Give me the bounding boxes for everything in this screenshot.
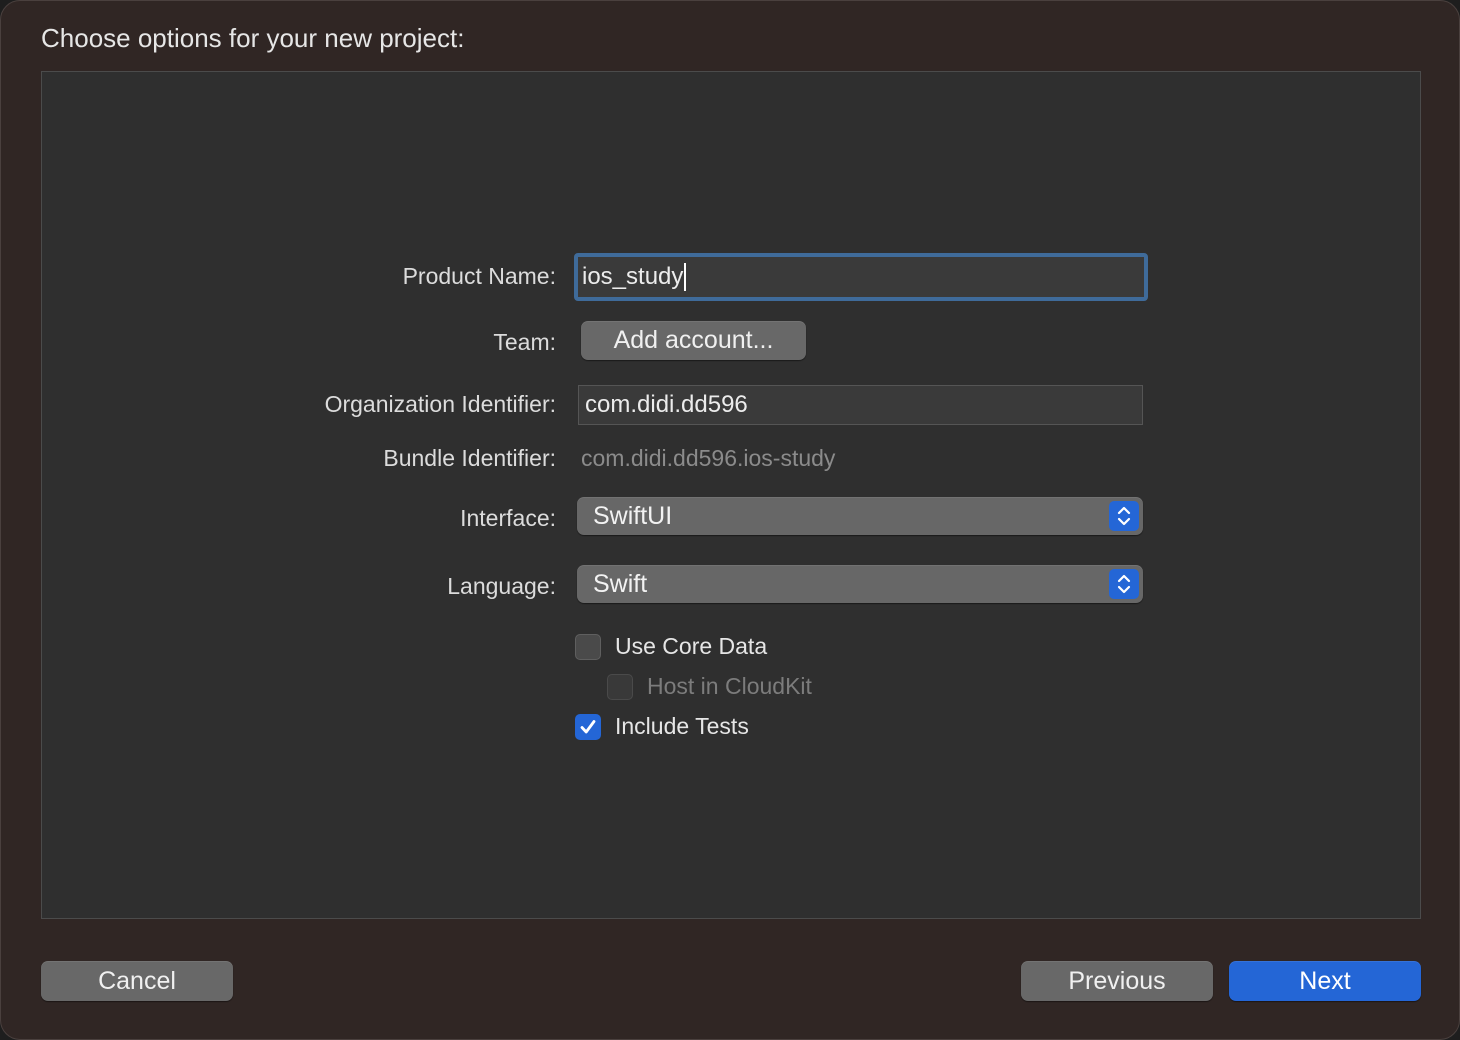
add-account-button[interactable]: Add account... <box>581 321 806 360</box>
previous-button[interactable]: Previous <box>1021 961 1213 1001</box>
text-caret <box>684 263 687 291</box>
product-name-value: ios_study <box>582 263 684 290</box>
checkbox-box[interactable] <box>575 713 601 740</box>
bundle-identifier-value: com.didi.dd596.ios-study <box>581 445 836 471</box>
language-selected-value: Swift <box>593 569 648 598</box>
interface-label: Interface: <box>460 505 556 531</box>
checkmark-icon <box>580 719 596 733</box>
organization-identifier-label: Organization Identifier: <box>324 391 556 417</box>
checkbox-box <box>607 673 633 700</box>
bundle-identifier-label: Bundle Identifier: <box>383 445 556 471</box>
language-popup[interactable]: Swift <box>577 565 1143 603</box>
team-label: Team: <box>493 329 556 355</box>
options-panel <box>41 71 1421 919</box>
cancel-button[interactable]: Cancel <box>41 961 233 1001</box>
use-core-data-checkbox[interactable]: Use Core Data <box>575 633 767 660</box>
next-button[interactable]: Next <box>1229 961 1421 1001</box>
interface-selected-value: SwiftUI <box>593 501 673 530</box>
language-label: Language: <box>447 573 556 599</box>
include-tests-label: Include Tests <box>615 713 749 739</box>
host-in-cloudkit-checkbox: Host in CloudKit <box>607 673 812 700</box>
organization-identifier-field[interactable]: com.didi.dd596 <box>578 385 1143 425</box>
include-tests-checkbox[interactable]: Include Tests <box>575 713 749 740</box>
product-name-field[interactable]: ios_study <box>574 253 1148 301</box>
host-in-cloudkit-label: Host in CloudKit <box>647 673 812 699</box>
product-name-label: Product Name: <box>402 263 556 289</box>
organization-identifier-value: com.didi.dd596 <box>585 391 748 418</box>
checkbox-box[interactable] <box>575 633 601 660</box>
use-core-data-label: Use Core Data <box>615 633 768 659</box>
dialog-heading: Choose options for your new project: <box>41 23 465 53</box>
new-project-dialog: Choose options for your new project: Pro… <box>0 0 1460 1040</box>
up-down-chevron-icon <box>1109 501 1139 531</box>
interface-popup[interactable]: SwiftUI <box>577 497 1143 535</box>
up-down-chevron-icon <box>1109 569 1139 599</box>
